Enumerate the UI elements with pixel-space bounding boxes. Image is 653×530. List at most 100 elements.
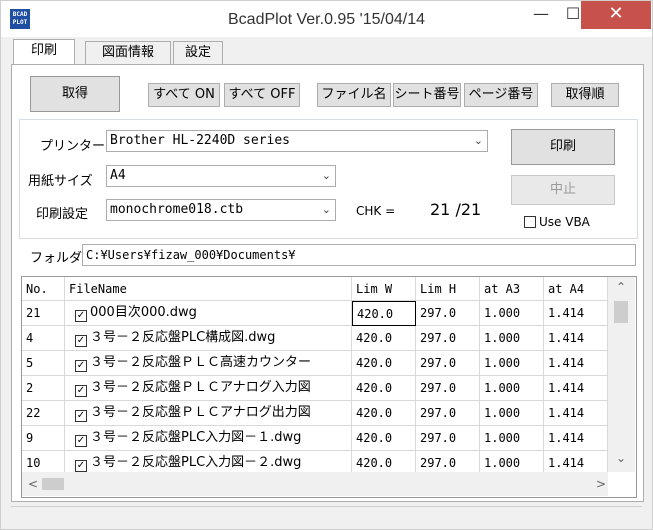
chevron-down-icon: ⌄ [473, 134, 483, 147]
cell-no: 2 [22, 376, 65, 401]
column-header-at-a3[interactable]: at A3 [480, 277, 544, 301]
horizontal-scrollbar[interactable]: < > [22, 472, 608, 496]
cell-file[interactable]: ✓ ３号－２反応盤PLC入力図－１.dwg [65, 426, 352, 451]
printer-select[interactable]: Brother HL-2240D series ⌄ [106, 130, 488, 152]
use-vba-checkbox[interactable]: Use VBA [524, 215, 590, 229]
vertical-scrollbar[interactable]: ⌃ ⌄ [608, 277, 635, 472]
cell-a3: 1.000 [480, 401, 544, 426]
all-off-button[interactable]: すべて OFF [224, 83, 300, 107]
cell-a4: 1.414 [544, 376, 608, 401]
table-row[interactable]: 2 ✓ ３号－２反応盤ＰＬＣアナログ入力図 420.0 297.0 1.000 1.414 [22, 376, 608, 401]
column-header-lim-w[interactable]: Lim W [352, 277, 416, 301]
tab-settings[interactable]: 設定 [173, 41, 223, 64]
paper-size-select[interactable]: A4 ⌄ [106, 165, 336, 187]
checkbox-icon[interactable]: ✓ [75, 335, 87, 347]
cell-a3: 1.000 [480, 376, 544, 401]
printer-value: Brother HL-2240D series [110, 133, 291, 148]
checkbox-icon[interactable]: ✓ [75, 310, 87, 322]
column-header-filename[interactable]: FileName [65, 277, 352, 301]
stop-button[interactable]: 中止 [511, 175, 615, 205]
cell-a3: 1.000 [480, 301, 544, 326]
file-name: ３号－２反応盤PLC入力図－２.dwg [90, 455, 302, 470]
file-name: ３号－２反応盤ＰＬＣ高速カウンター [90, 355, 312, 370]
chk-count: 21 /21 [430, 200, 482, 219]
horizontal-scroll-thumb[interactable] [42, 478, 64, 490]
all-on-button[interactable]: すべて ON [148, 83, 220, 107]
status-bar [11, 506, 642, 523]
checkbox-icon[interactable]: ✓ [75, 385, 87, 397]
cell-limh: 297.0 [416, 301, 480, 326]
title-bar[interactable]: BCAD PLOT BcadPlot Ver.0.95 '15/04/14 — … [1, 1, 652, 37]
file-name: ３号－２反応盤ＰＬＣアナログ出力図 [90, 405, 311, 420]
column-header-no[interactable]: No. [22, 277, 65, 301]
sort-filename-button[interactable]: ファイル名 [317, 83, 391, 107]
table-row[interactable]: 22 ✓ ３号－２反応盤ＰＬＣアナログ出力図 420.0 297.0 1.000 1.414 [22, 401, 608, 426]
print-tab-panel: 取得 すべて ON すべて OFF ファイル名 シート番号 ページ番号 取得順 … [11, 64, 644, 502]
cell-limw: 420.0 [352, 326, 416, 351]
main-window: BCAD PLOT BcadPlot Ver.0.95 '15/04/14 — … [0, 0, 653, 530]
cell-a4: 1.414 [544, 426, 608, 451]
cell-limh: 297.0 [416, 376, 480, 401]
table-row[interactable]: 5 ✓ ３号－２反応盤ＰＬＣ高速カウンター 420.0 297.0 1.000 1.414 [22, 351, 608, 376]
sort-sheet-number-button[interactable]: シート番号 [393, 83, 461, 107]
scroll-right-icon[interactable]: > [596, 477, 606, 491]
cell-file[interactable]: ✓ 000目次000.dwg [65, 301, 352, 326]
chevron-down-icon: ⌄ [321, 203, 331, 216]
table-row[interactable]: 21 ✓ 000目次000.dwg 420.0 297.0 1.000 1.414 [22, 301, 608, 326]
cell-limh: 297.0 [416, 326, 480, 351]
file-name: ３号－２反応盤ＰＬＣアナログ入力図 [90, 380, 311, 395]
checkbox-icon[interactable]: ✓ [75, 435, 87, 447]
scroll-left-icon[interactable]: < [28, 477, 38, 491]
print-button[interactable]: 印刷 [511, 129, 615, 165]
cell-a4: 1.414 [544, 301, 608, 326]
checkbox-icon[interactable]: ✓ [75, 360, 87, 372]
cell-limw: 420.0 [352, 401, 416, 426]
tab-drawing-info[interactable]: 図面情報 [85, 41, 171, 64]
checkbox-icon[interactable]: ✓ [75, 410, 87, 422]
cell-no: 5 [22, 351, 65, 376]
cell-limh: 297.0 [416, 351, 480, 376]
cell-file[interactable]: ✓ ３号－２反応盤ＰＬＣアナログ入力図 [65, 376, 352, 401]
tab-print[interactable]: 印刷 [13, 39, 75, 64]
cell-no: 22 [22, 401, 65, 426]
sort-get-order-button[interactable]: 取得順 [551, 83, 619, 107]
chevron-down-icon: ⌄ [321, 169, 331, 182]
close-icon[interactable]: ✕ [581, 1, 651, 29]
cell-a4: 1.414 [544, 401, 608, 426]
print-setting-value: monochrome018.ctb [110, 202, 244, 217]
sort-page-number-button[interactable]: ページ番号 [464, 83, 538, 107]
cell-limw: 420.0 [352, 301, 416, 326]
column-header-at-a4[interactable]: at A4 [544, 277, 608, 301]
paper-size-value: A4 [110, 168, 126, 183]
cell-limw: 420.0 [352, 351, 416, 376]
vertical-scroll-thumb[interactable] [614, 301, 628, 323]
chk-label: CHK = [356, 204, 396, 218]
cell-file[interactable]: ✓ ３号－２反応盤ＰＬＣアナログ出力図 [65, 401, 352, 426]
cell-a3: 1.000 [480, 426, 544, 451]
cell-a4: 1.414 [544, 351, 608, 376]
scroll-down-icon[interactable]: ⌄ [616, 451, 626, 465]
table-row[interactable]: 9 ✓ ３号－２反応盤PLC入力図－１.dwg 420.0 297.0 1.000 1.41… [22, 426, 608, 451]
get-button[interactable]: 取得 [30, 76, 120, 112]
cell-limw: 420.0 [352, 426, 416, 451]
use-vba-label: Use VBA [539, 215, 590, 229]
checkbox-icon[interactable] [524, 216, 536, 228]
cell-a4: 1.414 [544, 326, 608, 351]
cell-a3: 1.000 [480, 351, 544, 376]
checkbox-icon[interactable]: ✓ [75, 460, 87, 472]
cell-file[interactable]: ✓ ３号－２反応盤PLC構成図.dwg [65, 326, 352, 351]
cell-no: 21 [22, 301, 65, 326]
file-name: 000目次000.dwg [90, 305, 197, 320]
cell-file[interactable]: ✓ ３号－２反応盤ＰＬＣ高速カウンター [65, 351, 352, 376]
cell-limh: 297.0 [416, 426, 480, 451]
table-row[interactable]: 4 ✓ ３号－２反応盤PLC構成図.dwg 420.0 297.0 1.000 1.414 [22, 326, 608, 351]
cell-no: 9 [22, 426, 65, 451]
folder-label: フォルダ [30, 251, 83, 266]
print-setting-select[interactable]: monochrome018.ctb ⌄ [106, 199, 336, 221]
cell-limw: 420.0 [352, 376, 416, 401]
cell-limh: 297.0 [416, 401, 480, 426]
folder-path-field[interactable]: C:¥Users¥fizaw_000¥Documents¥ [82, 244, 636, 266]
print-settings-group: プリンター Brother HL-2240D series ⌄ 用紙サイズ A4… [19, 119, 638, 239]
column-header-lim-h[interactable]: Lim H [416, 277, 480, 301]
scroll-up-icon[interactable]: ⌃ [616, 280, 626, 294]
